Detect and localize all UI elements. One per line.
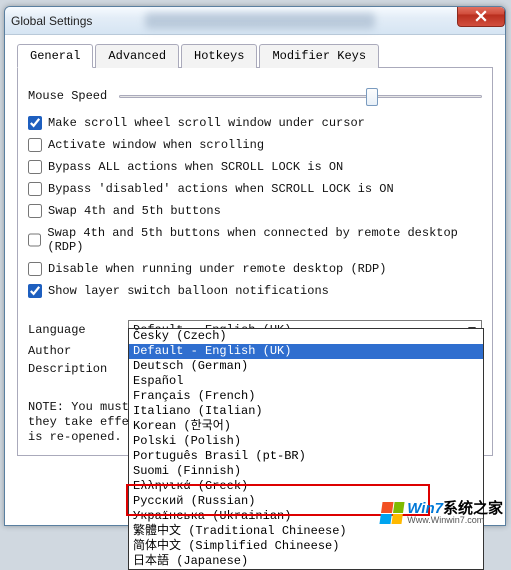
checkbox-input[interactable] xyxy=(28,233,41,247)
checkbox-label: Swap 4th and 5th buttons when connected … xyxy=(47,226,482,254)
language-option[interactable]: Français (French) xyxy=(129,389,483,404)
language-option[interactable]: Korean (한국어) xyxy=(129,419,483,434)
checkbox-label: Bypass 'disabled' actions when SCROLL LO… xyxy=(48,182,394,196)
author-label: Author xyxy=(28,344,128,358)
close-icon xyxy=(475,10,487,22)
checkbox-input[interactable] xyxy=(28,182,42,196)
checkbox-scroll-under-cursor[interactable]: Make scroll wheel scroll window under cu… xyxy=(28,116,482,130)
checkbox-input[interactable] xyxy=(28,284,42,298)
language-option[interactable]: Português Brasil (pt-BR) xyxy=(129,449,483,464)
tab-strip: General Advanced Hotkeys Modifier Keys xyxy=(17,43,493,68)
checkbox-input[interactable] xyxy=(28,138,42,152)
language-option[interactable]: Deutsch (German) xyxy=(129,359,483,374)
checkbox-input[interactable] xyxy=(28,204,42,218)
checkbox-activate-on-scroll[interactable]: Activate window when scrolling xyxy=(28,138,482,152)
language-option[interactable]: Česky (Czech) xyxy=(129,329,483,344)
windows-logo-icon xyxy=(380,502,405,524)
language-option[interactable]: 简体中文 (Simplified Chineese) xyxy=(129,539,483,554)
checkbox-input[interactable] xyxy=(28,262,42,276)
checkbox-disable-rdp[interactable]: Disable when running under remote deskto… xyxy=(28,262,482,276)
mouse-speed-row: Mouse Speed xyxy=(28,86,482,106)
titlebar-blur xyxy=(145,13,375,29)
language-option[interactable]: 日本語 (Japanese) xyxy=(129,554,483,569)
checkbox-label: Show layer switch balloon notifications xyxy=(48,284,329,298)
language-dropdown-list[interactable]: Česky (Czech)Default - English (UK)Deuts… xyxy=(128,328,484,570)
watermark-text: Win7系统之家 Www.Winwin7.com xyxy=(407,501,503,525)
mouse-speed-slider[interactable] xyxy=(119,86,482,106)
tab-hotkeys[interactable]: Hotkeys xyxy=(181,44,257,68)
checkbox-label: Swap 4th and 5th buttons xyxy=(48,204,221,218)
titlebar[interactable]: Global Settings xyxy=(5,7,505,35)
checkbox-bypass-disabled-scrolllock[interactable]: Bypass 'disabled' actions when SCROLL LO… xyxy=(28,182,482,196)
language-option[interactable]: Español xyxy=(129,374,483,389)
tab-modifier-keys[interactable]: Modifier Keys xyxy=(259,44,379,68)
close-button[interactable] xyxy=(457,6,505,27)
checkbox-swap-4-5[interactable]: Swap 4th and 5th buttons xyxy=(28,204,482,218)
tab-general[interactable]: General xyxy=(17,44,93,68)
checkbox-label: Make scroll wheel scroll window under cu… xyxy=(48,116,365,130)
tab-advanced[interactable]: Advanced xyxy=(95,44,179,68)
slider-thumb[interactable] xyxy=(366,88,378,106)
checkbox-label: Activate window when scrolling xyxy=(48,138,264,152)
language-option[interactable]: 繁體中文 (Traditional Chineese) xyxy=(129,524,483,539)
slider-track xyxy=(119,95,482,98)
checkbox-swap-4-5-rdp[interactable]: Swap 4th and 5th buttons when connected … xyxy=(28,226,482,254)
checkbox-bypass-all-scrolllock[interactable]: Bypass ALL actions when SCROLL LOCK is O… xyxy=(28,160,482,174)
checkbox-label: Bypass ALL actions when SCROLL LOCK is O… xyxy=(48,160,343,174)
watermark: Win7系统之家 Www.Winwin7.com xyxy=(381,501,503,525)
window-title: Global Settings xyxy=(11,14,92,28)
language-option[interactable]: Default - English (UK) xyxy=(129,344,483,359)
language-label: Language xyxy=(28,323,128,337)
checkbox-input[interactable] xyxy=(28,160,42,174)
language-option[interactable]: Polski (Polish) xyxy=(129,434,483,449)
mouse-speed-label: Mouse Speed xyxy=(28,89,107,103)
language-option[interactable]: Suomi (Finnish) xyxy=(129,464,483,479)
description-label: Description xyxy=(28,362,128,376)
watermark-url: Www.Winwin7.com xyxy=(407,516,503,525)
checkbox-label: Disable when running under remote deskto… xyxy=(48,262,386,276)
language-option[interactable]: Italiano (Italian) xyxy=(129,404,483,419)
checkbox-balloon[interactable]: Show layer switch balloon notifications xyxy=(28,284,482,298)
language-option[interactable]: Ελληνικά (Greek) xyxy=(129,479,483,494)
checkbox-input[interactable] xyxy=(28,116,42,130)
